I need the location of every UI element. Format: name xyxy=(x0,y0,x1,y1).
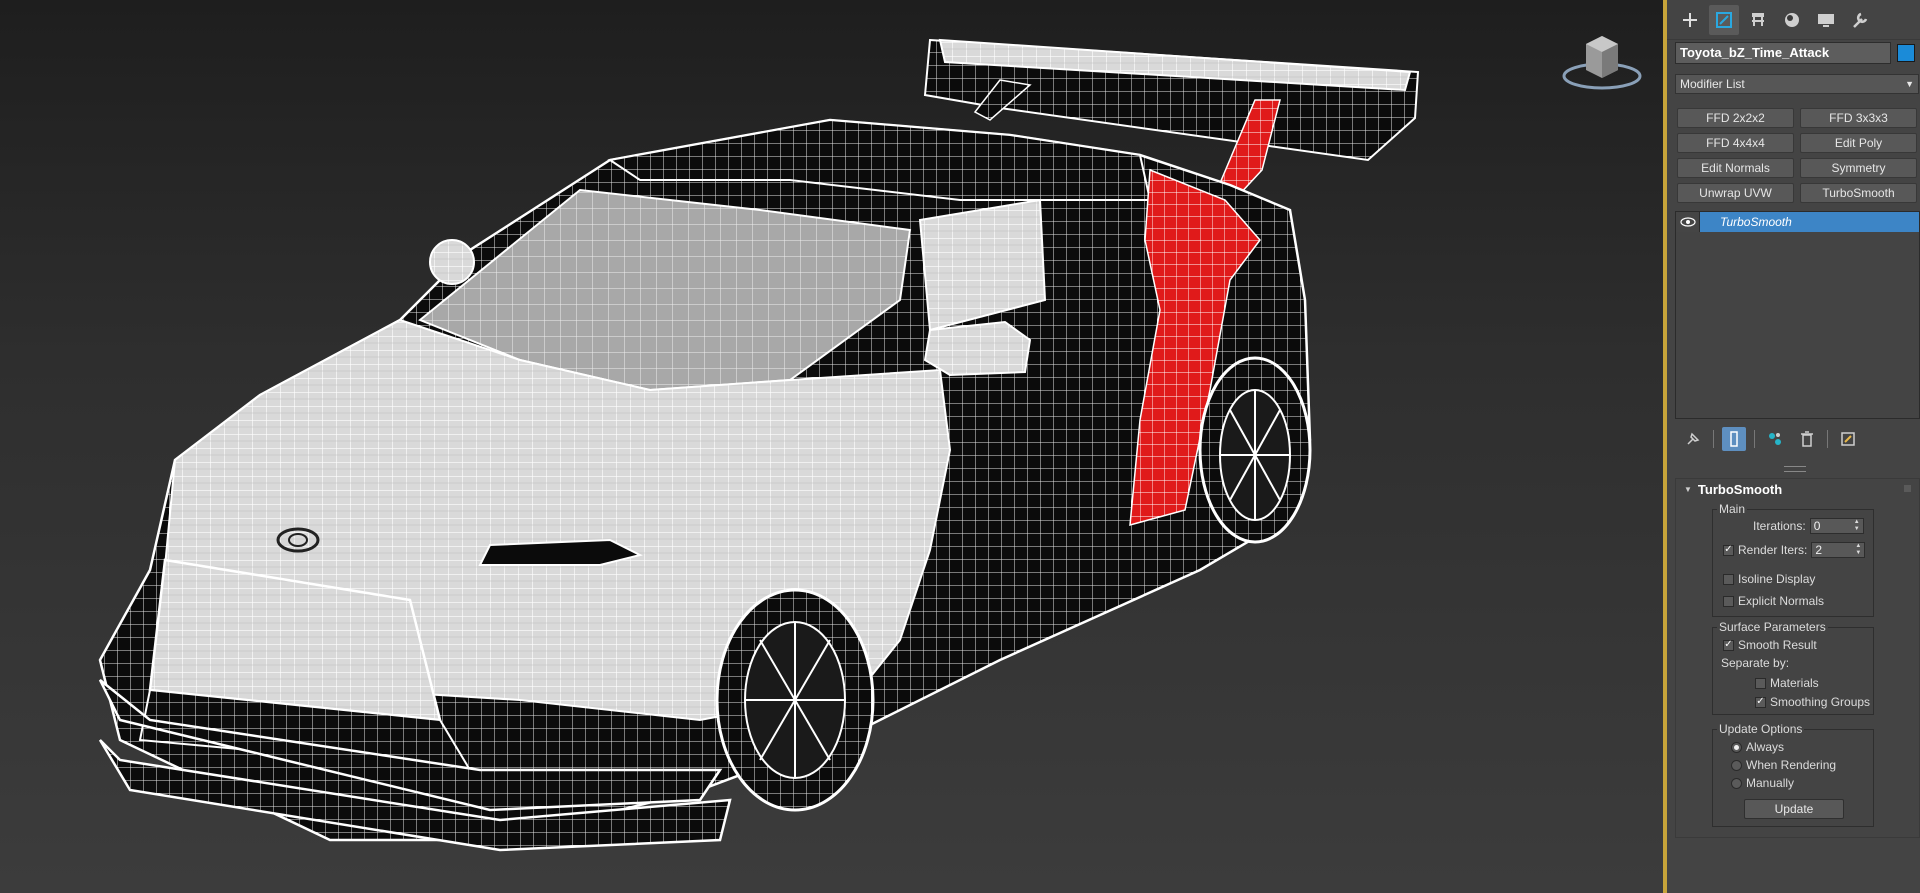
turbosmooth-button[interactable]: TurboSmooth xyxy=(1800,183,1917,203)
modify-icon xyxy=(1716,11,1732,28)
when-rendering-row: When Rendering xyxy=(1731,758,1836,772)
render-iters-row: ✓ Render Iters: 2 ▲ ▼ xyxy=(1723,542,1866,558)
separate-by-label: Separate by: xyxy=(1721,656,1790,670)
update-button[interactable]: Update xyxy=(1744,799,1844,819)
separate-by-row: Separate by: xyxy=(1721,656,1789,670)
materials-row: Materials xyxy=(1755,676,1819,690)
isoline-label: Isoline Display xyxy=(1738,572,1816,586)
utilities-icon xyxy=(1853,12,1868,28)
manually-label: Manually xyxy=(1746,776,1795,790)
show-end-result-icon[interactable] xyxy=(1722,427,1746,451)
turbosmooth-rollout: ▼ TurboSmooth Main Iterations: 0 ▲ ▼ ✓ Re… xyxy=(1675,478,1920,838)
render-iters-label: Render Iters: xyxy=(1738,543,1808,557)
object-name-field[interactable]: Toyota_bZ_Time_Attack xyxy=(1675,42,1891,64)
stack-item-label: TurboSmooth xyxy=(1720,215,1792,229)
ffd-3x3x3-button[interactable]: FFD 3x3x3 xyxy=(1800,108,1917,128)
manually-radio[interactable] xyxy=(1731,777,1742,789)
render-iters-spinner[interactable]: 2 ▲ ▼ xyxy=(1811,542,1866,558)
when-rendering-label: When Rendering xyxy=(1746,758,1837,772)
iterations-row: Iterations: 0 ▲ ▼ xyxy=(1753,518,1864,534)
explicit-normals-checkbox[interactable] xyxy=(1723,595,1734,607)
triangle-down-icon: ▼ xyxy=(1684,484,1692,494)
create-tab[interactable] xyxy=(1675,5,1705,35)
toolbar-divider xyxy=(1754,430,1755,448)
smooth-result-label: Smooth Result xyxy=(1738,638,1817,652)
car-wireframe-model[interactable] xyxy=(0,0,1663,893)
display-icon xyxy=(1818,13,1834,27)
isoline-row: Isoline Display xyxy=(1723,572,1815,586)
panel-resize-grip[interactable] xyxy=(1784,466,1806,472)
materials-label: Materials xyxy=(1770,676,1819,690)
make-unique-icon[interactable] xyxy=(1763,427,1787,451)
rear-wheel xyxy=(1198,356,1312,544)
viewcube-icon[interactable] xyxy=(1560,32,1644,94)
iterations-value: 0 xyxy=(1813,519,1821,533)
modifier-sets-buttons: FFD 2x2x2 FFD 3x3x3 FFD 4x4x4 Edit Poly … xyxy=(1677,108,1917,203)
iterations-spinner[interactable]: 0 ▲ ▼ xyxy=(1809,518,1864,534)
create-icon xyxy=(1683,12,1697,27)
motion-tab[interactable] xyxy=(1777,5,1807,35)
utilities-tab[interactable] xyxy=(1845,5,1875,35)
smoothing-groups-row: ✓ Smoothing Groups xyxy=(1755,695,1870,709)
eye-icon[interactable] xyxy=(1676,212,1700,232)
spinner-arrows-icon[interactable]: ▲ ▼ xyxy=(1855,543,1861,557)
surface-parameters-group: Surface Parameters ✓ Smooth Result Separ… xyxy=(1712,620,1874,715)
update-options-title: Update Options xyxy=(1717,722,1805,736)
remove-modifier-icon[interactable] xyxy=(1795,427,1819,451)
main-group: Main Iterations: 0 ▲ ▼ ✓ Render Iters: 2 … xyxy=(1712,502,1874,617)
spinner-arrows-icon[interactable]: ▲ ▼ xyxy=(1854,519,1860,533)
when-rendering-radio[interactable] xyxy=(1731,759,1742,771)
command-panel-tabs xyxy=(1667,0,1920,40)
render-iters-value: 2 xyxy=(1815,543,1823,557)
car-body xyxy=(98,118,1312,852)
hierarchy-tab[interactable] xyxy=(1743,5,1773,35)
symmetry-button[interactable]: Symmetry xyxy=(1800,158,1917,178)
ffd-2x2x2-button[interactable]: FFD 2x2x2 xyxy=(1677,108,1794,128)
configure-modifier-sets-icon[interactable] xyxy=(1836,427,1860,451)
explicit-normals-row: Explicit Normals xyxy=(1723,594,1824,608)
smooth-result-checkbox[interactable]: ✓ xyxy=(1723,639,1734,651)
explicit-normals-label: Explicit Normals xyxy=(1738,594,1825,608)
hierarchy-icon xyxy=(1752,12,1764,26)
manually-row: Manually xyxy=(1731,776,1794,790)
pin-stack-icon[interactable] xyxy=(1681,427,1705,451)
always-radio[interactable] xyxy=(1731,741,1742,753)
display-tab[interactable] xyxy=(1811,5,1841,35)
rollout-header[interactable]: ▼ TurboSmooth xyxy=(1676,479,1919,499)
stack-toolbar xyxy=(1675,424,1920,454)
unwrap-uvw-button[interactable]: Unwrap UVW xyxy=(1677,183,1794,203)
smoothing-groups-label: Smoothing Groups xyxy=(1770,695,1871,709)
modifier-list-dropdown[interactable]: Modifier List ▼ xyxy=(1675,74,1919,94)
rollout-pin-icon xyxy=(1904,485,1911,492)
smoothing-groups-checkbox[interactable]: ✓ xyxy=(1755,696,1766,708)
toolbar-divider xyxy=(1827,430,1828,448)
rollout-title: TurboSmooth xyxy=(1697,481,1783,497)
iterations-label: Iterations: xyxy=(1753,519,1806,533)
isoline-checkbox[interactable] xyxy=(1723,573,1734,585)
always-row: Always xyxy=(1731,740,1784,754)
stack-item-turbosmooth[interactable]: TurboSmooth xyxy=(1676,212,1919,232)
object-color-swatch[interactable] xyxy=(1897,44,1915,62)
chevron-down-icon: ▼ xyxy=(1905,79,1914,89)
main-group-title: Main xyxy=(1717,502,1748,516)
ffd-4x4x4-button[interactable]: FFD 4x4x4 xyxy=(1677,133,1794,153)
viewport[interactable] xyxy=(0,0,1663,893)
render-iters-checkbox[interactable]: ✓ xyxy=(1723,544,1734,556)
edit-normals-button[interactable]: Edit Normals xyxy=(1677,158,1794,178)
modifier-list-label: Modifier List xyxy=(1680,77,1745,91)
always-label: Always xyxy=(1746,740,1785,754)
object-name-row: Toyota_bZ_Time_Attack xyxy=(1675,42,1915,64)
modifier-stack[interactable]: TurboSmooth xyxy=(1675,211,1920,419)
surface-parameters-title: Surface Parameters xyxy=(1717,620,1828,634)
modify-tab[interactable] xyxy=(1709,4,1739,35)
smooth-result-row: ✓ Smooth Result xyxy=(1723,638,1817,652)
edit-poly-button[interactable]: Edit Poly xyxy=(1800,133,1917,153)
front-wheel xyxy=(715,588,875,812)
command-panel: Toyota_bZ_Time_Attack Modifier List ▼ FF… xyxy=(1667,0,1920,893)
toolbar-divider xyxy=(1713,430,1714,448)
materials-checkbox[interactable] xyxy=(1755,677,1766,689)
motion-icon xyxy=(1785,12,1799,27)
